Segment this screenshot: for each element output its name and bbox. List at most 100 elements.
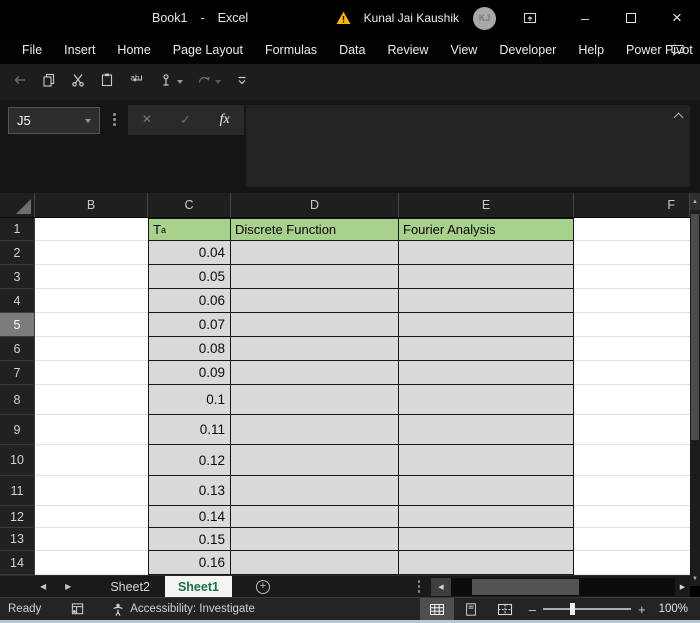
menu-item-home[interactable]: Home (106, 43, 161, 57)
h-scroll-right-icon[interactable]: ▶ (675, 578, 690, 596)
cell-d1-header[interactable]: Discrete Function (231, 218, 399, 241)
cell-d8[interactable] (231, 385, 399, 415)
cell-d6[interactable] (231, 337, 399, 361)
sheet-tab-sheet2[interactable]: Sheet2 (97, 576, 163, 597)
row-header-10[interactable]: 10 (0, 445, 35, 476)
row-header-4[interactable]: 4 (0, 289, 35, 313)
column-header-d[interactable]: D (231, 193, 399, 217)
menu-item-developer[interactable]: Developer (488, 43, 567, 57)
name-box-dropdown-icon[interactable] (85, 119, 91, 123)
redo-icon[interactable] (196, 72, 212, 93)
cell-b12[interactable] (35, 506, 148, 528)
customize-qat-icon[interactable] (234, 72, 250, 93)
cell-c10[interactable]: 0.12 (148, 445, 231, 476)
cell-e6[interactable] (399, 337, 574, 361)
cell-c3[interactable]: 0.05 (148, 265, 231, 289)
cell-e9[interactable] (399, 415, 574, 445)
zoom-in-icon[interactable]: + (638, 602, 646, 617)
touch-mode-dropdown-icon[interactable] (177, 80, 183, 84)
vertical-scrollbar[interactable]: ▲ ▼ (690, 193, 700, 586)
redo-dropdown-icon[interactable] (215, 80, 221, 84)
cell-b8[interactable] (35, 385, 148, 415)
horizontal-scrollbar[interactable] (451, 578, 675, 596)
cell-f7[interactable] (574, 361, 690, 385)
cell-f13[interactable] (574, 528, 690, 551)
cell-d3[interactable] (231, 265, 399, 289)
cell-c5[interactable]: 0.07 (148, 313, 231, 337)
paste-icon[interactable] (99, 72, 115, 93)
maximize-button[interactable] (608, 0, 654, 36)
menu-item-page-layout[interactable]: Page Layout (162, 43, 254, 57)
scroll-down-icon[interactable]: ▼ (690, 572, 700, 586)
menu-item-power-pivot[interactable]: Power Pivot (615, 43, 700, 57)
cell-c14[interactable]: 0.16 (148, 551, 231, 575)
cell-e2[interactable] (399, 241, 574, 265)
touch-mode-icon[interactable] (158, 72, 174, 93)
scroll-up-icon[interactable]: ▲ (690, 193, 700, 210)
cell-f10[interactable] (574, 445, 690, 476)
cell-f6[interactable] (574, 337, 690, 361)
cell-b13[interactable] (35, 528, 148, 551)
enter-icon[interactable]: ✓ (180, 112, 191, 128)
cell-d13[interactable] (231, 528, 399, 551)
row-header-11[interactable]: 11 (0, 476, 35, 506)
zoom-level[interactable]: 100% (659, 603, 688, 615)
cell-b10[interactable] (35, 445, 148, 476)
cell-f4[interactable] (574, 289, 690, 313)
menu-item-file[interactable]: File (11, 43, 53, 57)
select-all-corner[interactable] (0, 193, 35, 217)
cell-e4[interactable] (399, 289, 574, 313)
vertical-scroll-thumb[interactable] (691, 214, 699, 440)
cell-b9[interactable] (35, 415, 148, 445)
zoom-slider-thumb[interactable] (570, 603, 575, 615)
cell-e12[interactable] (399, 506, 574, 528)
cell-f11[interactable] (574, 476, 690, 506)
row-header-3[interactable]: 3 (0, 265, 35, 289)
row-header-13[interactable]: 13 (0, 528, 35, 551)
cell-f14[interactable] (574, 551, 690, 575)
column-header-f[interactable]: F (574, 193, 690, 217)
accessibility-status[interactable]: Accessibility: Investigate (110, 602, 255, 617)
macro-record-icon[interactable] (70, 602, 85, 616)
cell-f3[interactable] (574, 265, 690, 289)
cell-d7[interactable] (231, 361, 399, 385)
cell-f8[interactable] (574, 385, 690, 415)
row-header-5[interactable]: 5 (0, 313, 35, 337)
h-scroll-left-icon[interactable]: ◀ (431, 578, 451, 596)
cell-e13[interactable] (399, 528, 574, 551)
menu-item-insert[interactable]: Insert (53, 43, 106, 57)
insert-function-icon[interactable]: fx (220, 112, 230, 128)
page-break-preview-button[interactable] (488, 598, 522, 620)
cell-c12[interactable]: 0.14 (148, 506, 231, 528)
cell-d10[interactable] (231, 445, 399, 476)
column-header-e[interactable]: E (399, 193, 574, 217)
cell-d2[interactable] (231, 241, 399, 265)
cancel-icon[interactable]: × (142, 111, 151, 129)
find-replace-icon[interactable]: ab (128, 72, 145, 93)
cell-e14[interactable] (399, 551, 574, 575)
column-header-b[interactable]: B (35, 193, 148, 217)
cell-f5[interactable] (574, 313, 690, 337)
cell-e7[interactable] (399, 361, 574, 385)
cell-b5[interactable] (35, 313, 148, 337)
zoom-slider[interactable] (543, 608, 631, 610)
new-sheet-button[interactable]: + (256, 580, 270, 594)
cell-f2[interactable] (574, 241, 690, 265)
formula-bar-input[interactable] (246, 105, 690, 187)
cell-c1-header[interactable]: Ta (148, 218, 231, 241)
cell-e10[interactable] (399, 445, 574, 476)
cell-b7[interactable] (35, 361, 148, 385)
cell-f9[interactable] (574, 415, 690, 445)
menu-item-help[interactable]: Help (567, 43, 615, 57)
cell-c13[interactable]: 0.15 (148, 528, 231, 551)
warning-icon[interactable] (335, 10, 352, 26)
cell-c4[interactable]: 0.06 (148, 289, 231, 313)
cell-e11[interactable] (399, 476, 574, 506)
cell-d11[interactable] (231, 476, 399, 506)
row-header-7[interactable]: 7 (0, 361, 35, 385)
row-header-1[interactable]: 1 (0, 218, 35, 241)
formula-bar-handle[interactable] (113, 113, 116, 126)
copy-icon[interactable] (41, 72, 57, 93)
avatar[interactable]: KJ (473, 7, 496, 30)
cell-e5[interactable] (399, 313, 574, 337)
